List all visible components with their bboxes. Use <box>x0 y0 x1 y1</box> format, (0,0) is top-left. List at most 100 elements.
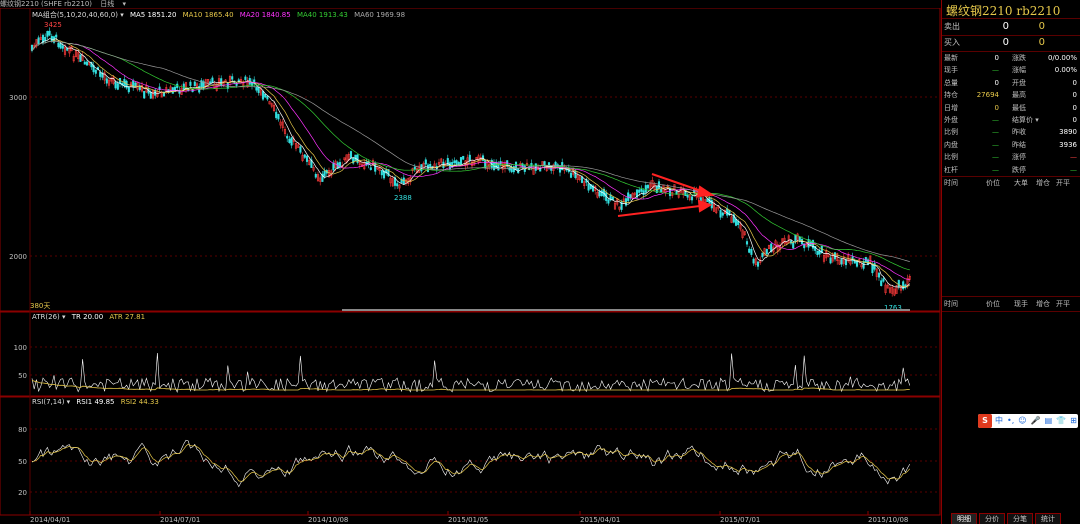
quote-label: 涨停 <box>1012 153 1026 162</box>
y-tick-2000: 2000 <box>9 253 27 261</box>
ime-item-icon[interactable]: 👕 <box>1056 416 1066 425</box>
candle-body <box>453 160 456 164</box>
x-label-0: 2014/04/01 <box>30 516 71 524</box>
quote-row: 杠杆 — 跌停 — <box>942 164 1080 176</box>
rsi2-line <box>31 443 911 482</box>
quote-value: — <box>992 66 999 75</box>
quote-value: 3936 <box>1059 140 1077 149</box>
candle-body <box>275 111 278 119</box>
quote-label: 最新 <box>944 54 958 62</box>
quote-label: 比例 <box>944 153 958 162</box>
candle-body <box>83 61 86 65</box>
candle-body <box>332 162 335 171</box>
candle-body <box>264 93 267 98</box>
ma20-value: MA20 1840.85 <box>239 11 291 19</box>
quote-label: 结算价 ▾ <box>1012 116 1039 124</box>
candle-body <box>598 190 601 197</box>
column-header: 开平 <box>1056 179 1070 187</box>
ime-item-icon[interactable]: •, <box>1007 416 1014 425</box>
rsi2-value: RSI2 44.33 <box>120 398 159 406</box>
candle-body <box>396 183 399 187</box>
candle-body <box>816 250 819 255</box>
candle-body <box>459 157 463 166</box>
rsi-tick-80: 80 <box>18 426 27 434</box>
atr-tick-100: 100 <box>14 344 27 352</box>
column-header: 大单 <box>1014 179 1028 187</box>
candle-body <box>629 194 632 199</box>
quote-value: — <box>992 153 999 162</box>
candle-body <box>211 77 214 84</box>
column-header: 现手 <box>1014 300 1028 308</box>
ime-item-icon[interactable]: ⊞ <box>1070 416 1077 425</box>
candle-body <box>290 137 293 146</box>
candle-body <box>59 43 62 49</box>
candle-body <box>125 80 128 89</box>
ma-legend-name[interactable]: MA组合(5,10,20,40,60,0) <box>32 11 118 19</box>
atr-name[interactable]: ATR(26) <box>32 313 60 321</box>
candle-body <box>429 163 432 168</box>
tab-detail[interactable]: 明细 <box>951 513 977 524</box>
atr-tick-50: 50 <box>18 372 27 380</box>
tab-price[interactable]: 分价 <box>979 513 1005 524</box>
candle-body <box>569 172 573 178</box>
contract-label[interactable]: 螺纹钢2210 (SHFE rb2210) <box>0 0 92 8</box>
candle-body <box>37 37 40 45</box>
tab-tick[interactable]: 分笔 <box>1007 513 1033 524</box>
candle-body <box>462 155 465 160</box>
period-selector[interactable]: 日线 ▾ <box>100 0 126 8</box>
candle-body <box>748 248 751 253</box>
red-arrow-lower <box>617 199 713 217</box>
ma60-line <box>31 40 910 262</box>
candle-body <box>85 61 89 66</box>
rsi-panel-frame <box>0 396 941 516</box>
column-header: 价位 <box>986 179 1000 187</box>
candle-body <box>644 185 647 193</box>
candle-body <box>726 208 729 216</box>
ime-item-icon[interactable]: 🎤 <box>1031 416 1041 425</box>
quote-value: — <box>1070 153 1077 162</box>
candle-body <box>468 154 471 162</box>
atr-line <box>31 379 910 391</box>
quote-label: 内盘 <box>944 140 958 149</box>
candle-body <box>844 259 848 266</box>
high-price-mark: 3425 <box>44 21 62 29</box>
candle-body <box>413 166 416 170</box>
ime-item-icon[interactable]: ▤ <box>1045 416 1053 425</box>
quote-label: 外盘 <box>944 116 958 124</box>
candle-body <box>792 242 795 249</box>
candle-body <box>794 234 797 242</box>
candle-body <box>829 257 832 264</box>
ime-toolbar[interactable]: S 中 •, ☺ 🎤 ▤ 👕 ⊞ <box>978 414 1078 428</box>
rsi-lines <box>31 439 911 488</box>
candle-body <box>303 154 306 158</box>
contract-title: 螺纹钢2210 rb2210 <box>946 4 1061 18</box>
quote-row: 内盘 — 昨结 3936 <box>942 139 1080 151</box>
candle-body <box>818 250 821 255</box>
candle-body <box>255 86 258 91</box>
candle-body <box>50 35 53 42</box>
ime-item-icon[interactable]: ☺ <box>1018 416 1026 425</box>
candle-body <box>66 48 69 51</box>
candle-body <box>369 167 372 170</box>
quote-value: — <box>992 116 999 124</box>
candle-body <box>880 280 883 286</box>
candle-body <box>534 163 537 171</box>
candle-body <box>261 91 265 100</box>
quote-label: 昨结 <box>1012 140 1026 149</box>
tick-header: 时间 价位 大单 增仓 开平 <box>942 177 1080 189</box>
quote-value: 3890 <box>1059 128 1077 137</box>
candle-body <box>305 155 309 162</box>
rsi-name[interactable]: RSI(7,14) <box>32 398 64 406</box>
ime-item-icon[interactable]: 中 <box>995 416 1003 425</box>
quote-label: 开盘 <box>1012 78 1026 87</box>
tr-value: TR 20.00 <box>71 313 104 321</box>
kline-chart[interactable]: 3000 2000 100 50 80 50 20 3425 2388 1763… <box>0 8 941 524</box>
quote-label: 总量 <box>944 78 958 87</box>
quote-row: 最新 0 涨跌 0/0.00% <box>942 52 1080 64</box>
candle-body <box>646 184 650 189</box>
trade-header: 时间 价位 现手 增仓 开平 <box>942 298 1080 310</box>
candle-body <box>840 258 843 265</box>
candle-body <box>580 176 584 183</box>
tab-stats[interactable]: 统计 <box>1035 513 1061 524</box>
candle-body <box>508 167 511 171</box>
